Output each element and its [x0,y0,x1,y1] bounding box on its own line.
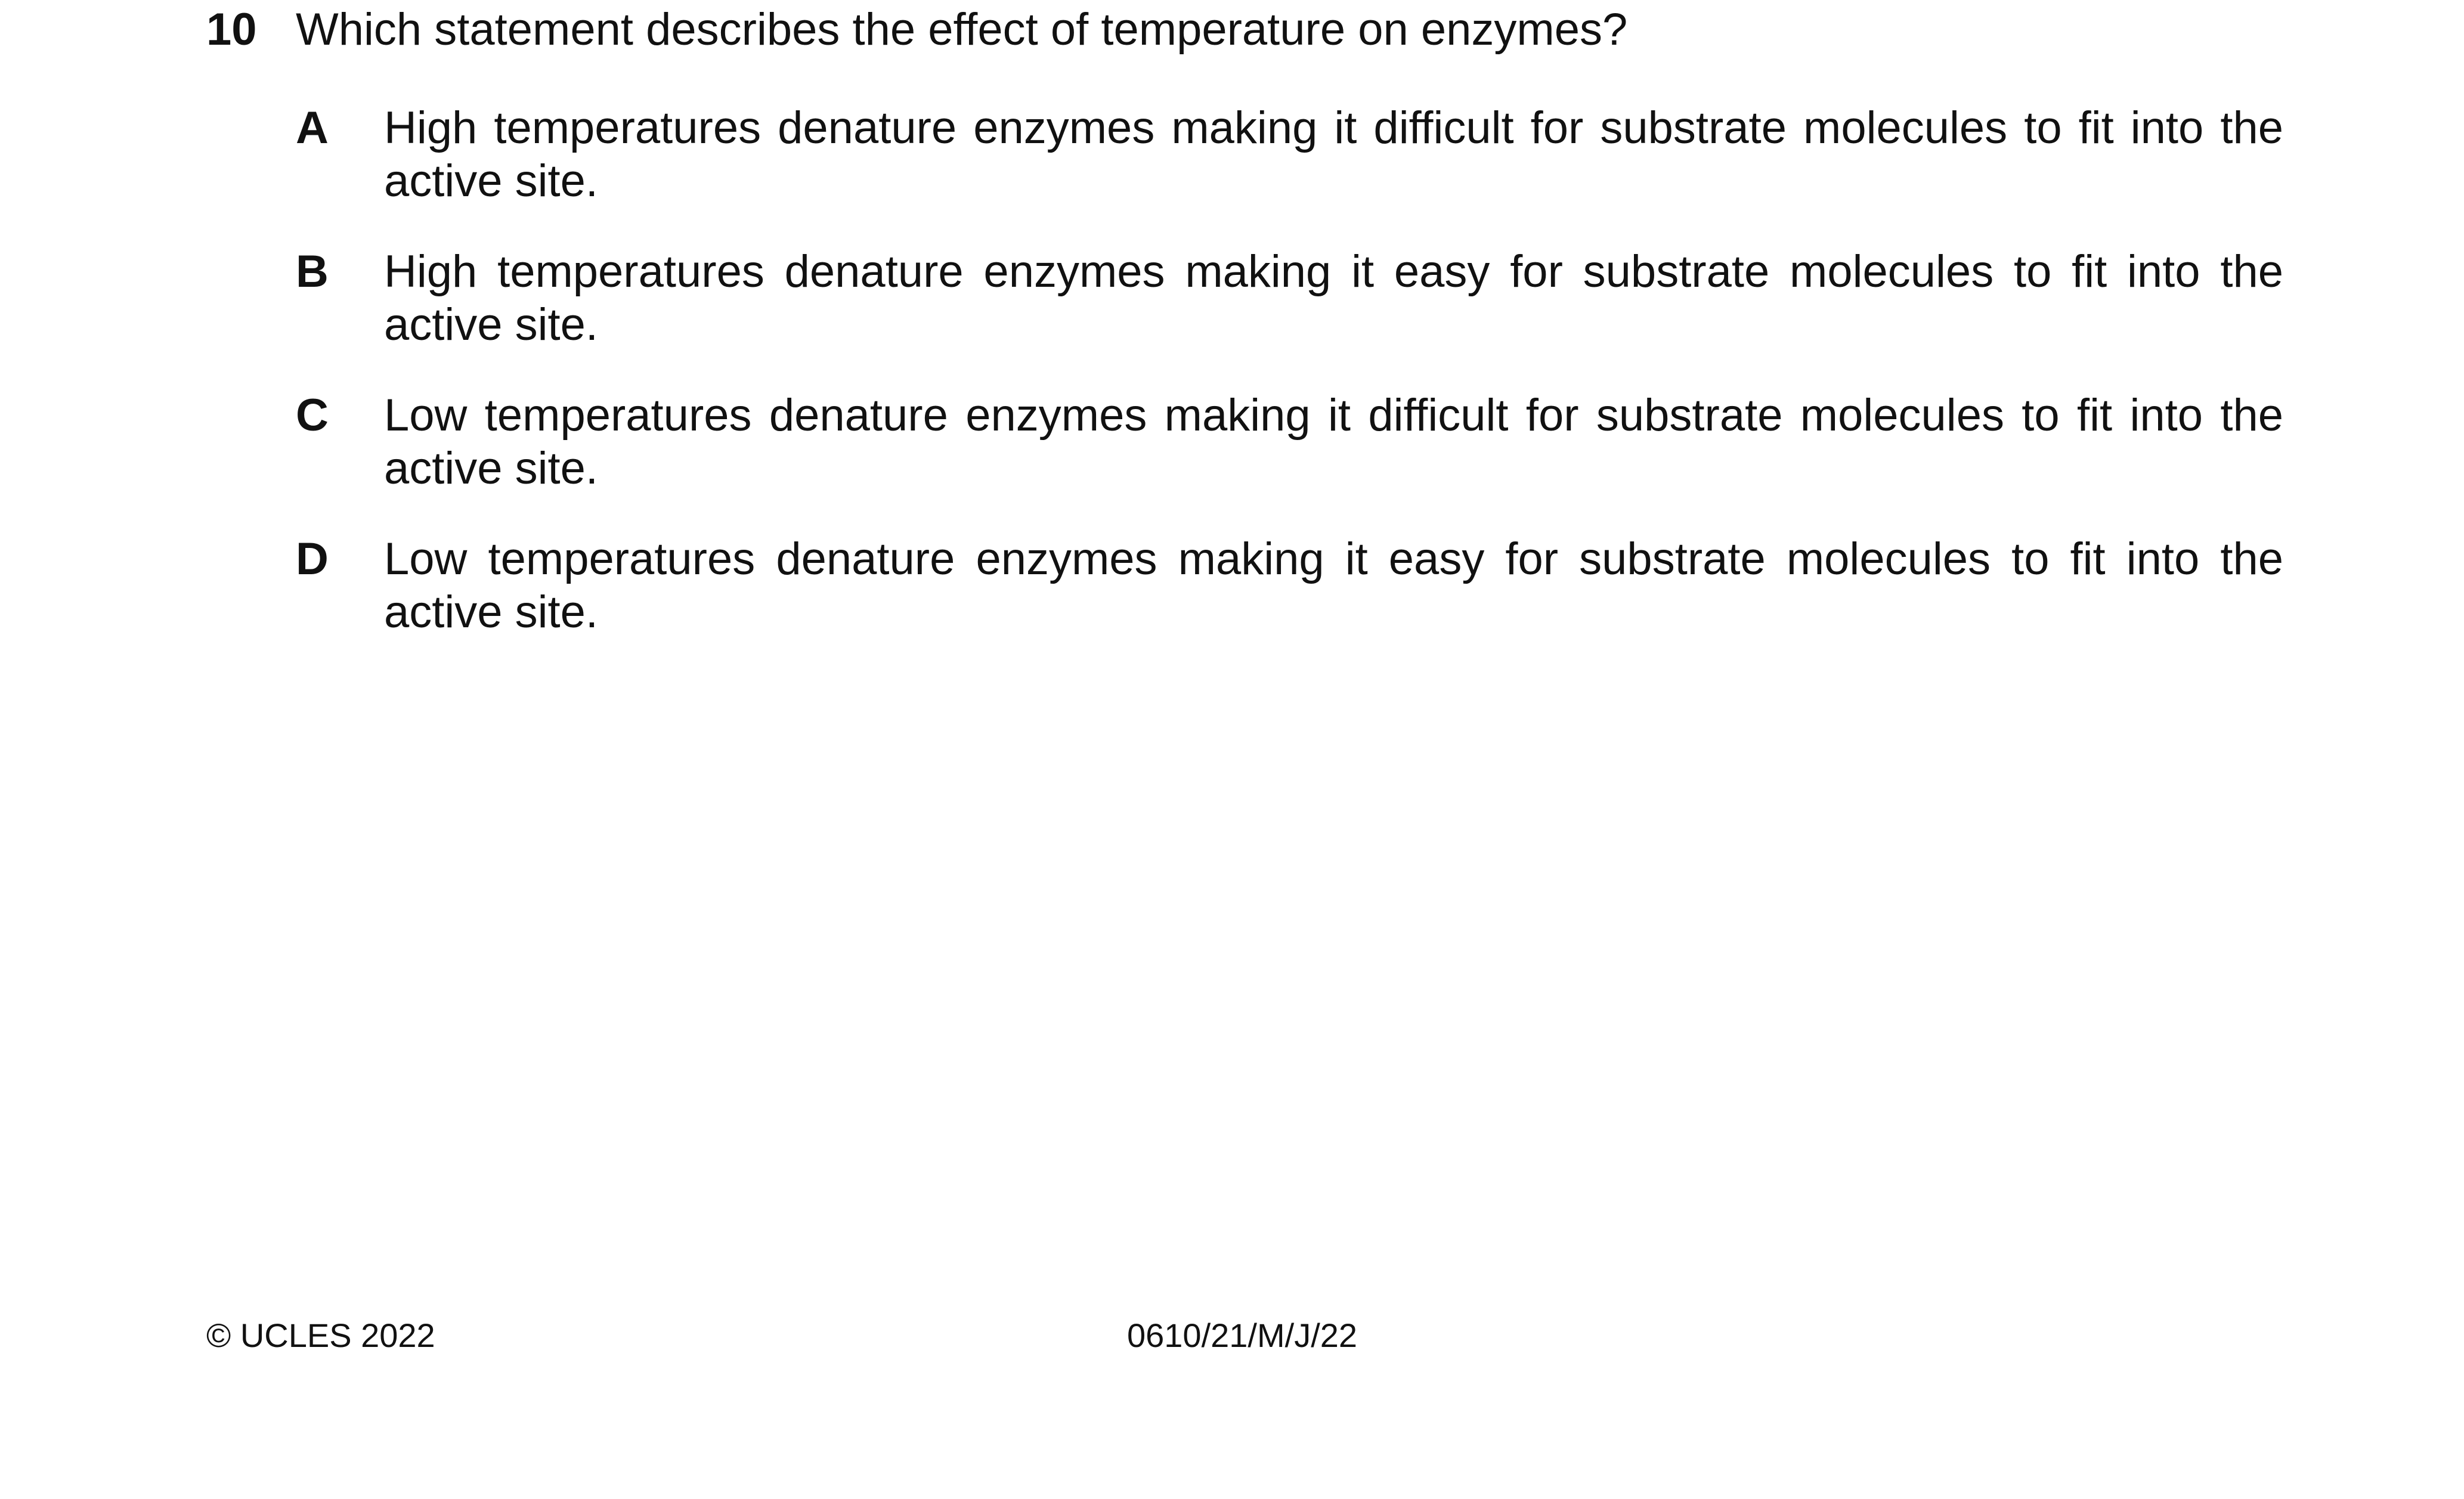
option-letter: D [296,534,329,584]
option-letter: A [296,103,329,153]
option-text: Low temperatures denature enzymes making… [384,390,2283,494]
answer-options: A High temperatures denature enzymes mak… [206,101,2283,676]
option-text: High temperatures denature enzymes makin… [384,246,2283,350]
question-number: 10 [206,4,257,55]
option-b: B High temperatures denature enzymes mak… [206,245,2283,389]
option-text: Low temperatures denature enzymes making… [384,534,2283,637]
option-letter: B [296,246,329,297]
question-stem: Which statement describes the effect of … [296,4,1628,55]
question-header: 10 Which statement describes the effect … [206,0,2282,57]
option-letter: C [296,390,329,441]
paper-code: 0610/21/M/J/22 [1127,1317,1358,1354]
option-a: A High temperatures denature enzymes mak… [206,101,2283,245]
option-c: C Low temperatures denature enzymes maki… [206,389,2283,532]
option-text: High temperatures denature enzymes makin… [384,103,2283,206]
option-d: D Low temperatures denature enzymes maki… [206,532,2283,676]
question-10: 10 Which statement describes the effect … [206,0,2283,638]
copyright-notice: © UCLES 2022 [206,1317,435,1354]
